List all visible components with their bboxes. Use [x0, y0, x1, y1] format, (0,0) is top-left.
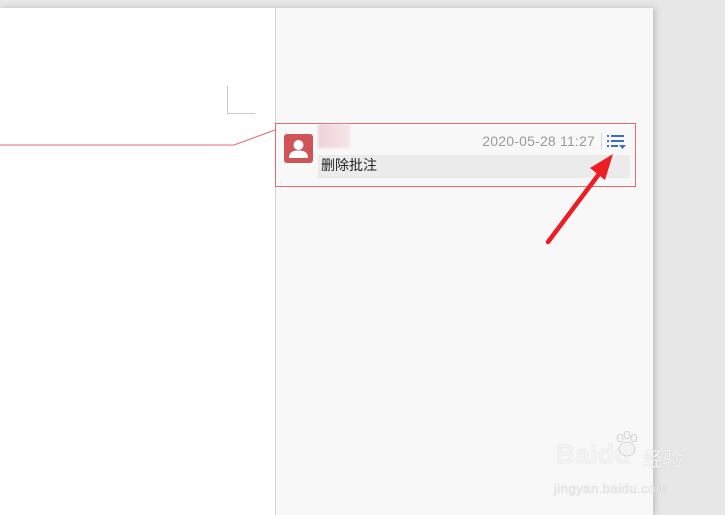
user-avatar-icon: [284, 134, 313, 163]
comment-card[interactable]: 2020-05-28 11:27 删除批注: [275, 123, 636, 187]
paw-icon: [616, 430, 638, 457]
comment-author-name: [318, 124, 350, 148]
baidu-watermark: Baidu 经验 jingyan.baidu.com: [548, 430, 718, 503]
header-separator: [601, 133, 602, 150]
list-menu-icon[interactable]: [605, 132, 627, 152]
comment-timestamp: 2020-05-28 11:27: [482, 133, 595, 149]
comment-text[interactable]: 删除批注: [318, 155, 630, 178]
watermark-cn-text: 经验: [643, 447, 683, 471]
watermark-url: jingyan.baidu.com: [554, 481, 668, 496]
